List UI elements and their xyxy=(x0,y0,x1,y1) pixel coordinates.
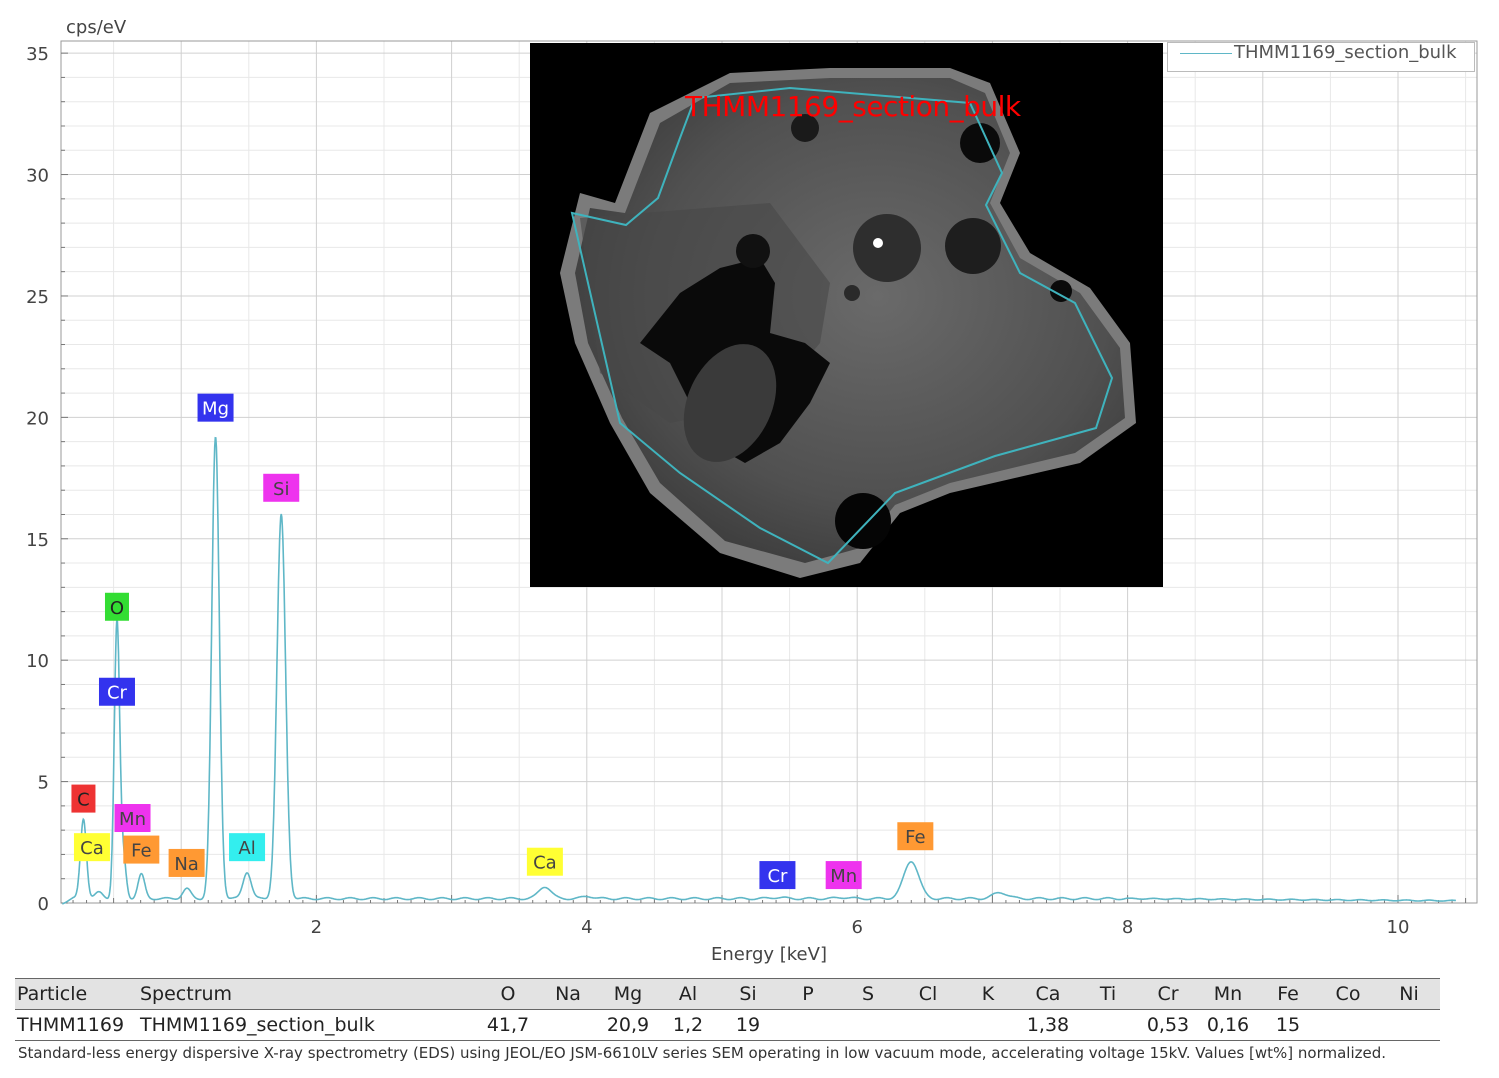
peak-label-text: Mn xyxy=(119,809,146,830)
column-header-fe: Fe xyxy=(1258,978,1318,1010)
y-tick-label: 0 xyxy=(38,894,49,915)
table-cell: 0,16 xyxy=(1198,1009,1258,1041)
y-tick-labels: 0 5 10 15 20 25 30 35 xyxy=(26,44,49,915)
table-cell: 41,7 xyxy=(478,1009,538,1041)
chart-legend: THMM1169_section_bulk xyxy=(1167,42,1475,72)
table-cell: 1,2 xyxy=(658,1009,718,1041)
composition-table: Particle Spectrum O Na Mg Al Si P S Cl K Ca Ti Cr Mn Fe… xyxy=(15,978,1440,1041)
table-cell xyxy=(898,1009,958,1041)
sem-overlay-label: THMM1169_section_bulk xyxy=(685,90,1021,123)
x-tick-label: 2 xyxy=(311,917,322,938)
table-cell: THMM1169 xyxy=(15,1009,138,1041)
legend-line-swatch xyxy=(1180,53,1232,54)
table-cell xyxy=(838,1009,898,1041)
peak-label-text: Na xyxy=(174,854,199,875)
peak-label-si: Si xyxy=(263,473,300,502)
peak-label-text: Cr xyxy=(107,683,128,704)
peak-label-mn: Mn xyxy=(825,861,862,890)
column-header-k: K xyxy=(958,978,1018,1010)
vesicle-1 xyxy=(853,214,921,282)
x-tick-label: 10 xyxy=(1387,917,1410,938)
y-tick-label: 10 xyxy=(26,651,49,672)
peak-label-ca: Ca xyxy=(526,847,563,876)
column-header-particle: Particle xyxy=(15,978,138,1010)
bright-grain xyxy=(873,238,883,248)
table-cell xyxy=(958,1009,1018,1041)
peak-label-text: Al xyxy=(238,838,255,859)
peak-label-cr: Cr xyxy=(759,861,796,890)
particle-picture xyxy=(560,68,1136,578)
column-header-spectrum: Spectrum xyxy=(138,978,478,1010)
peak-label-text: Fe xyxy=(131,841,151,862)
table-cell xyxy=(778,1009,838,1041)
column-header-al: Al xyxy=(658,978,718,1010)
x-tick-label: 4 xyxy=(581,917,592,938)
table-cell xyxy=(1318,1009,1378,1041)
peak-label-mn: Mn xyxy=(114,804,151,833)
table-cell: 1,38 xyxy=(1018,1009,1078,1041)
column-header-co: Co xyxy=(1318,978,1378,1010)
peak-label-al: Al xyxy=(229,833,266,862)
peak-label-text: Cr xyxy=(767,866,788,887)
column-header-si: Si xyxy=(718,978,778,1010)
y-tick-label: 35 xyxy=(26,44,49,65)
column-header-mn: Mn xyxy=(1198,978,1258,1010)
peak-label-fe: Fe xyxy=(123,835,160,864)
method-footnote: Standard-less energy dispersive X-ray sp… xyxy=(18,1044,1387,1062)
y-axis-title: cps/eV xyxy=(66,17,127,38)
column-header-ca: Ca xyxy=(1018,978,1078,1010)
column-header-cr: Cr xyxy=(1138,978,1198,1010)
peak-label-ca: Ca xyxy=(73,833,110,862)
peak-label-text: C xyxy=(77,790,90,811)
peak-label-na: Na xyxy=(168,848,205,877)
table-cell: 15 xyxy=(1258,1009,1318,1041)
peak-label-cr: Cr xyxy=(98,677,135,706)
column-header-o: O xyxy=(478,978,538,1010)
peak-label-text: Fe xyxy=(905,827,925,848)
peak-label-text: Ca xyxy=(533,853,557,874)
y-tick-label: 5 xyxy=(38,773,49,794)
table-cell: THMM1169_section_bulk xyxy=(138,1009,478,1041)
column-header-cl: Cl xyxy=(898,978,958,1010)
peak-label-c: C xyxy=(71,784,96,813)
column-header-s: S xyxy=(838,978,898,1010)
peak-label-text: Ca xyxy=(80,838,104,859)
table-cell: 19 xyxy=(718,1009,778,1041)
peak-label-mg: Mg xyxy=(197,393,234,422)
column-header-p: P xyxy=(778,978,838,1010)
table-cell xyxy=(538,1009,598,1041)
vesicle-3 xyxy=(736,234,770,268)
x-tick-label: 6 xyxy=(851,917,862,938)
vesicle-2 xyxy=(945,218,1001,274)
y-tick-label: 15 xyxy=(26,530,49,551)
table-cell xyxy=(1078,1009,1138,1041)
table-cell: 0,53 xyxy=(1138,1009,1198,1041)
legend-label: THMM1169_section_bulk xyxy=(1234,42,1457,63)
column-header-mg: Mg xyxy=(598,978,658,1010)
y-tick-label: 30 xyxy=(26,166,49,187)
peak-label-text: Mg xyxy=(202,399,229,420)
vesicle-5 xyxy=(835,493,891,549)
x-tick-labels: 2 4 6 8 10 xyxy=(311,917,1410,938)
y-tick-label: 20 xyxy=(26,408,49,429)
table-row: THMM1169 THMM1169_section_bulk 41,7 20,9 1,2… xyxy=(15,1009,1440,1041)
peak-label-fe: Fe xyxy=(897,822,934,851)
table-cell xyxy=(1378,1009,1440,1041)
column-header-na: Na xyxy=(538,978,598,1010)
table-body: THMM1169 THMM1169_section_bulk 41,7 20,9 1,2… xyxy=(15,1009,1440,1041)
x-tick-label: 8 xyxy=(1122,917,1133,938)
table-cell: 20,9 xyxy=(598,1009,658,1041)
peak-label-text: Mn xyxy=(830,866,857,887)
vesicle-8 xyxy=(844,285,860,301)
column-header-ni: Ni xyxy=(1378,978,1440,1010)
column-header-ti: Ti xyxy=(1078,978,1138,1010)
peak-label-text: O xyxy=(110,598,124,619)
peak-label-text: Si xyxy=(273,479,289,500)
table-header-row: Particle Spectrum O Na Mg Al Si P S Cl K Ca Ti Cr Mn Fe… xyxy=(15,978,1440,1010)
x-axis-title: Energy [keV] xyxy=(711,944,827,965)
peak-label-o: O xyxy=(104,592,129,621)
y-tick-label: 25 xyxy=(26,287,49,308)
sem-micrograph-image: THMM1169_section_bulk xyxy=(530,43,1163,587)
